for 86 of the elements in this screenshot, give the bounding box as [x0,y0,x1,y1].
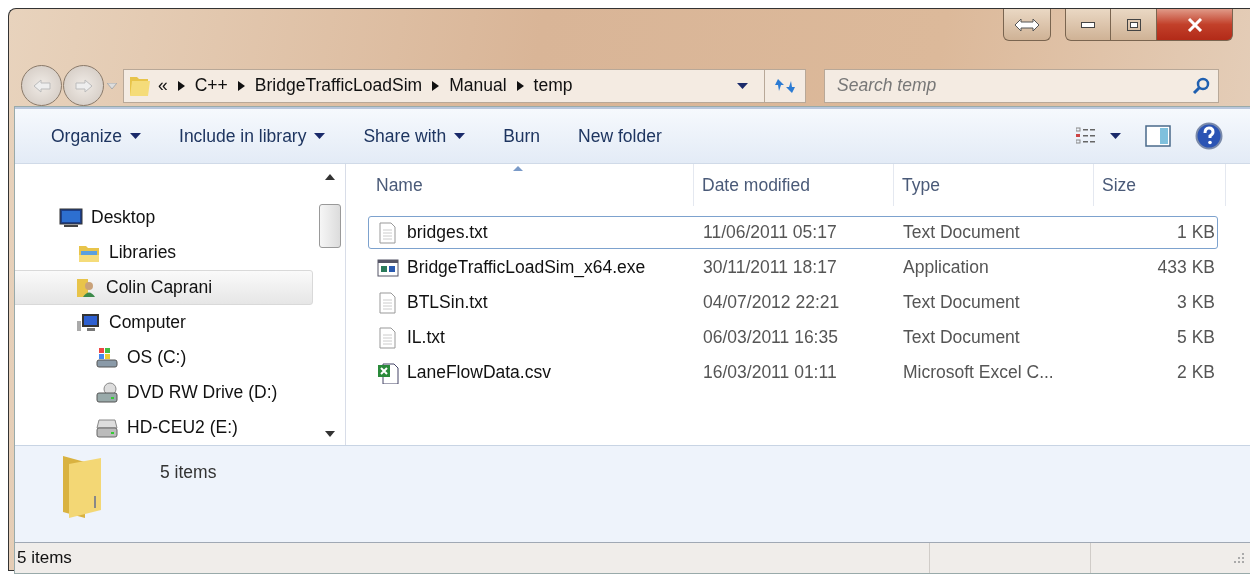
view-options-button[interactable] [1076,127,1121,145]
status-text: 5 items [16,548,73,568]
snap-button[interactable] [1003,9,1051,41]
sidebar-item[interactable]: DVD RW Drive (D:) [15,375,315,410]
toolbar-button[interactable]: Share with [351,119,478,153]
drive-icon [95,345,119,370]
modified-date: 16/03/2011 01:11 [702,362,838,383]
toolbar-button[interactable]: Organize [39,119,153,153]
overflow-chevron[interactable]: « [158,75,168,96]
sidebar-item[interactable]: Colin Caprani [15,270,313,305]
file-row[interactable]: LaneFlowData.csv 16/03/2011 01:11 Microsoft Excel C... 2 KB [368,356,1218,389]
maximize-button[interactable] [1111,9,1157,41]
file-row[interactable]: BTLSin.txt 04/07/2012 22:21 Text Document 3 KB [368,286,1218,319]
file-type: Text Document [902,292,1021,313]
modified-date: 30/11/2011 18:17 [702,257,838,278]
text-file-icon [377,291,399,314]
file-size: 433 KB [1156,257,1215,278]
minimize-button[interactable] [1065,9,1111,41]
column-header[interactable]: Size [1094,164,1226,206]
column-header[interactable]: Name [368,164,694,206]
close-button[interactable] [1157,9,1233,41]
caret-icon[interactable] [737,82,748,89]
up-arrow-icon[interactable] [325,174,335,180]
file-size: 3 KB [1176,292,1215,313]
toolbar-button[interactable]: Include in library [167,119,338,153]
modified-date: 06/03/2011 16:35 [702,327,839,348]
file-name: BridgeTrafficLoadSim_x64.exe [407,257,646,278]
caret-icon [1110,133,1121,139]
column-header[interactable]: Date modified [694,164,894,206]
sidebar-item[interactable]: Desktop [15,200,315,235]
preview-pane-icon[interactable] [1145,124,1171,148]
search-field[interactable]: Search temp [824,68,1219,103]
breadcrumb[interactable]: C++ [194,75,228,96]
file-type: Text Document [902,327,1021,348]
resize-grip-icon[interactable] [1233,552,1245,564]
breadcrumb-arrow-icon[interactable] [177,80,185,91]
breadcrumb-arrow-icon[interactable] [432,80,440,91]
breadcrumb-arrow-icon[interactable] [516,80,524,91]
file-name: bridges.txt [407,222,488,243]
minimize-icon [1081,21,1095,28]
maximize-icon [1126,18,1141,31]
close-icon [1186,17,1203,32]
modified-date: 04/07/2012 22:21 [702,292,841,313]
sidebar-item[interactable]: HD-CEU2 (E:) [15,410,315,445]
breadcrumb[interactable]: temp [533,75,573,96]
text-file-icon [377,326,399,349]
file-type: Microsoft Excel C... [902,362,1055,383]
file-name: IL.txt [407,327,445,348]
file-name: BTLSin.txt [407,292,488,313]
disc-drive-icon [95,380,119,405]
details-view-icon [1076,127,1096,145]
scroll-thumb[interactable] [319,204,341,248]
toolbar-button[interactable]: New folder [566,119,674,153]
application-window-icon [377,256,399,279]
refresh-arrows-icon [774,76,796,95]
back-button[interactable] [21,65,62,106]
column-header[interactable]: Type [894,164,1094,206]
file-size: 5 KB [1176,327,1215,348]
sidebar-item[interactable]: OS (C:) [15,340,315,375]
spreadsheet-file-icon [377,361,399,384]
back-arrow-icon [31,77,52,94]
modified-date: 11/06/2011 05:17 [702,222,838,243]
resize-arrows-icon [1014,17,1040,32]
file-type: Application [902,257,990,278]
file-size: 1 KB [1176,222,1215,243]
forward-arrow-icon [73,77,94,94]
search-icon [1192,76,1210,95]
breadcrumb[interactable]: Manual [449,75,507,96]
address-bar[interactable]: « C++ BridgeTrafficLoadSim Manual temp [123,68,806,103]
down-arrow-icon[interactable] [325,431,335,437]
text-file-icon [377,221,399,244]
file-row[interactable]: bridges.txt 11/06/2011 05:17 Text Document 1 KB [368,216,1218,249]
help-icon[interactable] [1195,122,1223,150]
file-name: LaneFlowData.csv [407,362,551,383]
file-row[interactable]: BridgeTrafficLoadSim_x64.exe 30/11/2011 18:17 Application 433 KB [368,251,1218,284]
monitor-icon [59,205,83,230]
sidebar-item[interactable]: Libraries [15,235,315,270]
file-row[interactable]: IL.txt 06/03/2011 16:35 Text Document 5 KB [368,321,1218,354]
file-size: 2 KB [1176,362,1215,383]
forward-button[interactable] [63,65,104,106]
toolbar-button[interactable]: Burn [491,119,553,153]
breadcrumb-arrow-icon[interactable] [237,80,245,91]
item-count: 5 items [160,462,217,483]
sidebar-item[interactable]: Computer [15,305,315,340]
file-type: Text Document [902,222,1021,243]
breadcrumb[interactable]: BridgeTrafficLoadSim [254,75,423,96]
